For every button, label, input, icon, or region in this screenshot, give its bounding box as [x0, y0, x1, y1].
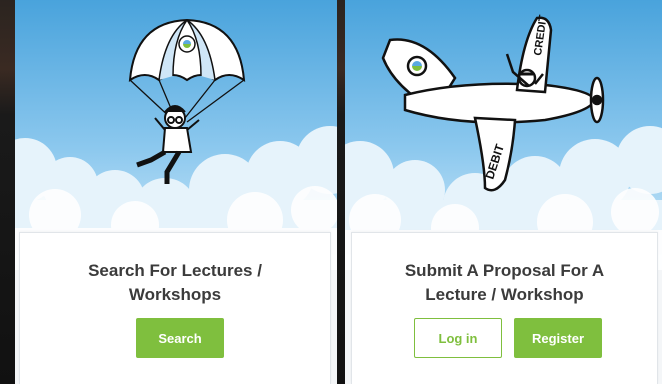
lectures-search-panel: Search For Lectures / Workshops Search: [15, 0, 337, 384]
proposal-card: Submit A Proposal For A Lecture / Worksh…: [351, 232, 658, 384]
search-button[interactable]: Search: [136, 318, 224, 358]
search-card: Search For Lectures / Workshops Search: [19, 232, 331, 384]
register-button[interactable]: Register: [514, 318, 602, 358]
search-card-title: Search For Lectures / Workshops: [88, 261, 262, 304]
login-button[interactable]: Log in: [414, 318, 502, 358]
proposal-submit-panel: CREDIT DEBIT Submit A Proposal For A Lec…: [345, 0, 662, 384]
parachute-illustration: [15, 0, 337, 270]
proposal-card-title: Submit A Proposal For A Lecture / Worksh…: [404, 261, 605, 304]
screenshot-stage: Search For Lectures / Workshops Search C…: [0, 0, 662, 384]
airplane-illustration: CREDIT DEBIT: [345, 0, 662, 270]
